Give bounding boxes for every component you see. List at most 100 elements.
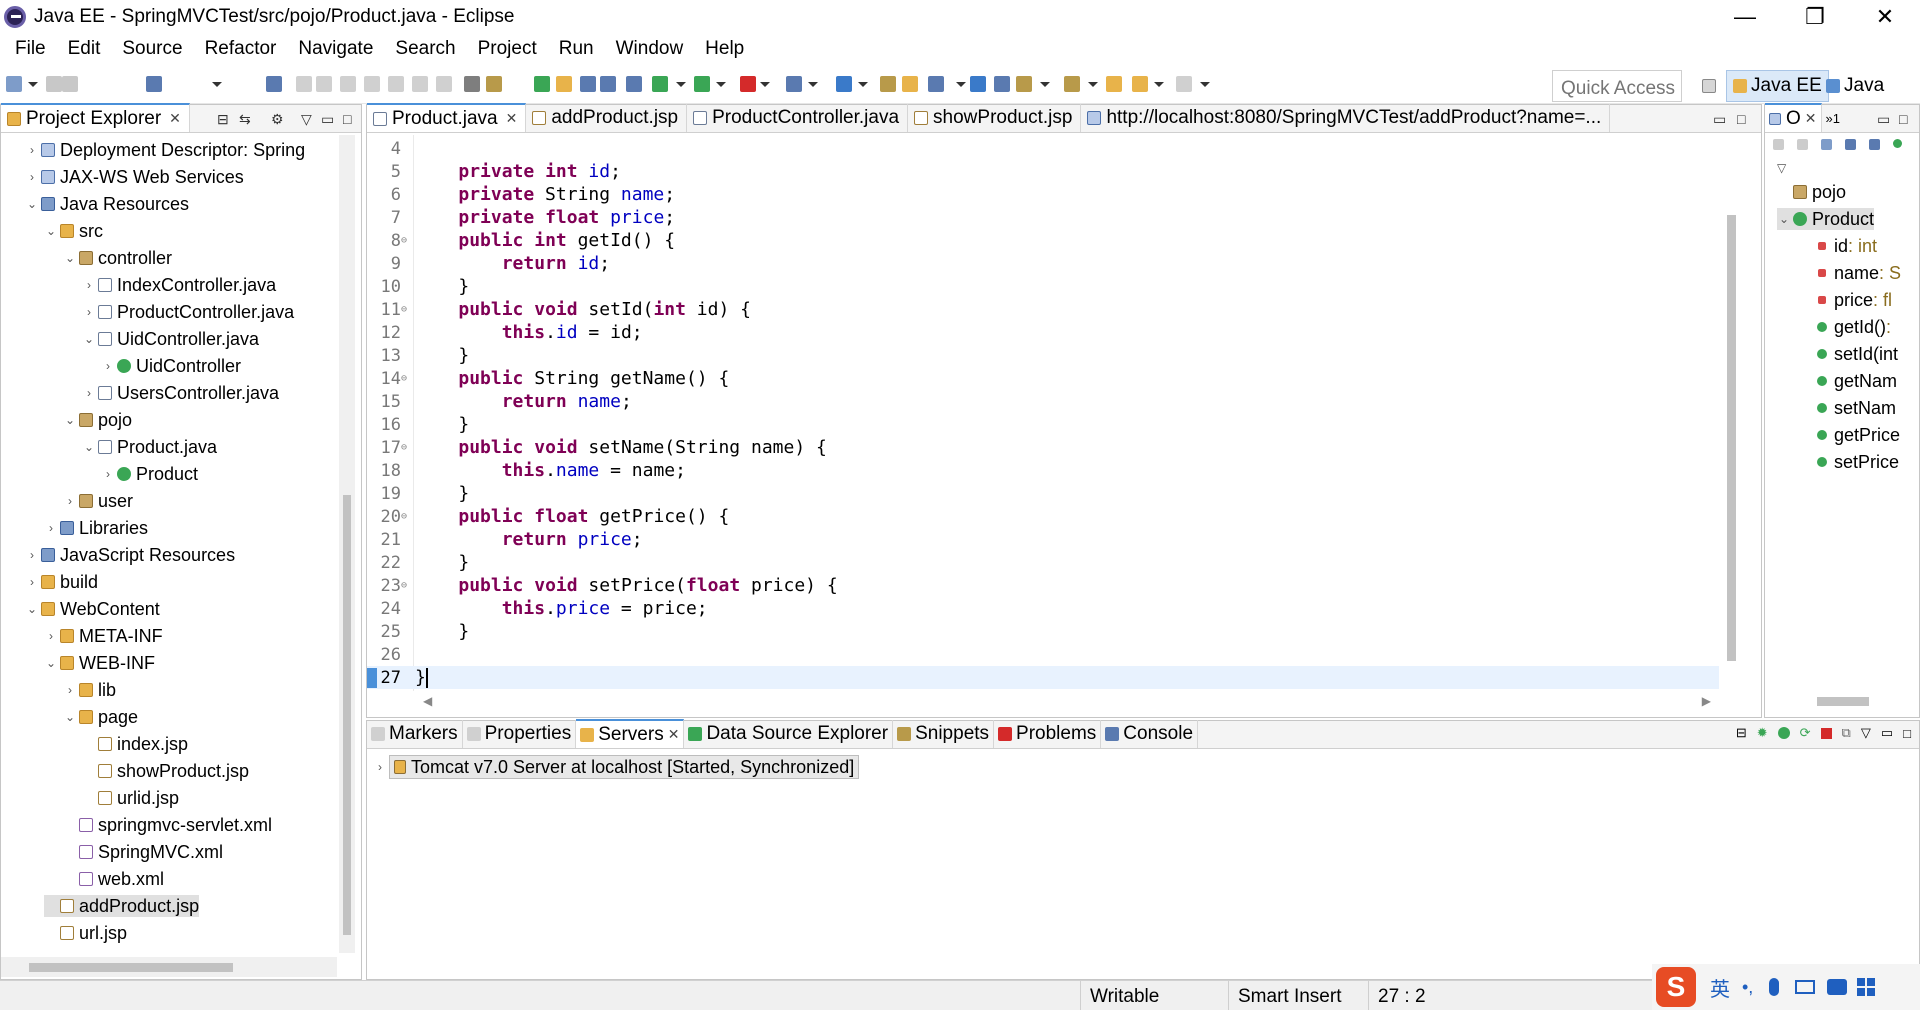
expand-chevron-icon[interactable]: › <box>373 760 387 774</box>
expand-chevron-icon[interactable]: › <box>25 143 39 157</box>
tree-item[interactable]: › UsersController.java <box>82 382 279 404</box>
forward-icon[interactable] <box>1176 76 1192 92</box>
next-annotation-icon[interactable] <box>1016 76 1032 92</box>
run-icon[interactable] <box>694 76 710 92</box>
tree-item[interactable]: › lib <box>63 679 116 701</box>
tree-item[interactable]: › ProductController.java <box>82 301 294 323</box>
resume-icon[interactable] <box>296 76 312 92</box>
minimize-view-icon[interactable]: ▭ <box>1881 725 1893 741</box>
tab-project-explorer[interactable]: Project Explorer ✕ <box>1 103 190 132</box>
fold-toggle-icon[interactable]: ⊖ <box>401 373 407 384</box>
terminal-icon[interactable] <box>146 76 162 92</box>
expand-chevron-icon[interactable]: › <box>101 467 115 481</box>
outline-item[interactable]: setId(int <box>1815 343 1898 365</box>
outline-item[interactable]: getId() : <box>1815 316 1891 338</box>
expand-chevron-icon[interactable]: ⌄ <box>44 656 58 670</box>
expand-chevron-icon[interactable]: › <box>25 575 39 589</box>
expand-chevron-icon[interactable]: ⌄ <box>44 224 58 238</box>
new-icon[interactable] <box>6 76 22 92</box>
quick-access-input[interactable] <box>1552 70 1682 102</box>
close-icon[interactable]: ✕ <box>506 110 518 127</box>
tree-item[interactable]: › build <box>25 571 98 593</box>
tree-item[interactable]: ⌄ WEB-INF <box>44 652 155 674</box>
editor-hscrollbar[interactable]: ◀ ▶ <box>367 691 1719 713</box>
outline-item[interactable]: id : int <box>1815 235 1877 257</box>
tab-problems[interactable]: Problems <box>994 720 1102 748</box>
debug-server-icon[interactable]: ✹ <box>1757 725 1768 741</box>
expand-chevron-icon[interactable]: ⌄ <box>82 332 96 346</box>
expand-chevron-icon[interactable]: ⌄ <box>25 197 39 211</box>
project-explorer-hscrollbar[interactable] <box>1 957 337 977</box>
fold-toggle-icon[interactable]: ⊖ <box>401 580 407 591</box>
dropdown-chevron-icon[interactable] <box>28 82 38 87</box>
perspective-java[interactable]: Java <box>1820 70 1890 102</box>
collapse-all-icon[interactable] <box>1797 139 1808 150</box>
hide-static-icon[interactable] <box>1869 139 1880 150</box>
scroll-left-icon[interactable]: ◀ <box>423 694 432 708</box>
debug-icon[interactable] <box>652 76 668 92</box>
previous-annotation-icon[interactable] <box>1064 76 1080 92</box>
expand-chevron-icon[interactable]: › <box>25 170 39 184</box>
mark-occurrences-icon[interactable] <box>556 76 572 92</box>
toggle-breakpoint-icon[interactable] <box>534 76 550 92</box>
dropdown-chevron-icon[interactable] <box>1088 82 1098 87</box>
menu-source[interactable]: Source <box>111 38 193 60</box>
menu-help[interactable]: Help <box>694 38 755 60</box>
step-return-icon[interactable] <box>436 76 452 92</box>
tab-servers[interactable]: Servers ✕ <box>576 719 685 748</box>
editor-vscroll-thumb[interactable] <box>1727 215 1736 661</box>
block-selection-icon[interactable] <box>600 76 616 92</box>
expand-chevron-icon[interactable]: ⌄ <box>63 413 77 427</box>
tree-item[interactable]: ⌄ controller <box>63 247 172 269</box>
back-icon[interactable] <box>1132 76 1148 92</box>
tab-outline[interactable]: O ✕ <box>1765 103 1822 132</box>
maximize-view-icon[interactable]: □ <box>1903 726 1911 741</box>
expand-chevron-icon[interactable]: › <box>63 683 77 697</box>
tree-item[interactable]: › META-INF <box>44 625 163 647</box>
toolbox-grid-icon[interactable] <box>1857 978 1876 996</box>
restore-button[interactable]: ❐ <box>1780 0 1850 34</box>
sync-icon[interactable] <box>1773 139 1784 150</box>
close-window-button[interactable]: ✕ <box>1850 0 1920 34</box>
tree-item[interactable]: web.xml <box>63 868 164 890</box>
new-server-icon[interactable] <box>786 76 802 92</box>
maximize-view-icon[interactable]: □ <box>1899 111 1907 127</box>
menu-run[interactable]: Run <box>548 38 605 60</box>
collapse-all-icon[interactable]: ⊟ <box>1736 725 1747 741</box>
tree-item[interactable]: › user <box>63 490 133 512</box>
dropdown-chevron-icon[interactable] <box>956 82 966 87</box>
open-perspective-button[interactable] <box>1696 70 1726 102</box>
expand-chevron-icon[interactable]: ⌄ <box>63 251 77 265</box>
outline-hscroll-thumb[interactable] <box>1817 697 1869 706</box>
tree-item[interactable]: › UidController <box>101 355 241 377</box>
show-whitespace-icon[interactable] <box>580 76 596 92</box>
close-icon[interactable]: ✕ <box>169 110 181 127</box>
open-type-icon[interactable] <box>880 76 896 92</box>
maximize-view-icon[interactable]: □ <box>343 111 351 127</box>
last-edit-icon[interactable] <box>1106 76 1122 92</box>
dropdown-chevron-icon[interactable] <box>212 82 222 87</box>
skip-breakpoints-icon[interactable] <box>266 76 282 92</box>
save-icon[interactable] <box>46 76 62 92</box>
terminate-icon[interactable] <box>340 76 356 92</box>
project-explorer-vscrollbar[interactable] <box>339 135 355 953</box>
tree-item[interactable]: ⌄ Product.java <box>82 436 217 458</box>
save-all-icon[interactable] <box>62 76 78 92</box>
use-step-filters-icon[interactable] <box>486 76 502 92</box>
tree-item[interactable]: › IndexController.java <box>82 274 276 296</box>
start-server-icon[interactable] <box>1777 727 1790 739</box>
expand-chevron-icon[interactable]: › <box>63 494 77 508</box>
tree-item[interactable]: › JavaScript Resources <box>25 544 235 566</box>
fold-toggle-icon[interactable]: ⊖ <box>401 235 407 246</box>
dropdown-chevron-icon[interactable] <box>760 82 770 87</box>
keyboard-icon[interactable] <box>1795 980 1816 994</box>
maximize-editor-icon[interactable]: □ <box>1737 111 1745 127</box>
menu-project[interactable]: Project <box>467 38 548 60</box>
tree-item[interactable]: ⌄ pojo <box>63 409 132 431</box>
tree-item[interactable]: index.jsp <box>82 733 188 755</box>
team-icon[interactable] <box>994 76 1010 92</box>
outline-item[interactable]: setPrice <box>1815 451 1899 473</box>
server-item[interactable]: Tomcat v7.0 Server at localhost [Started… <box>389 755 860 779</box>
expand-chevron-icon[interactable]: › <box>82 278 96 292</box>
minimize-view-icon[interactable]: ▭ <box>321 111 334 128</box>
